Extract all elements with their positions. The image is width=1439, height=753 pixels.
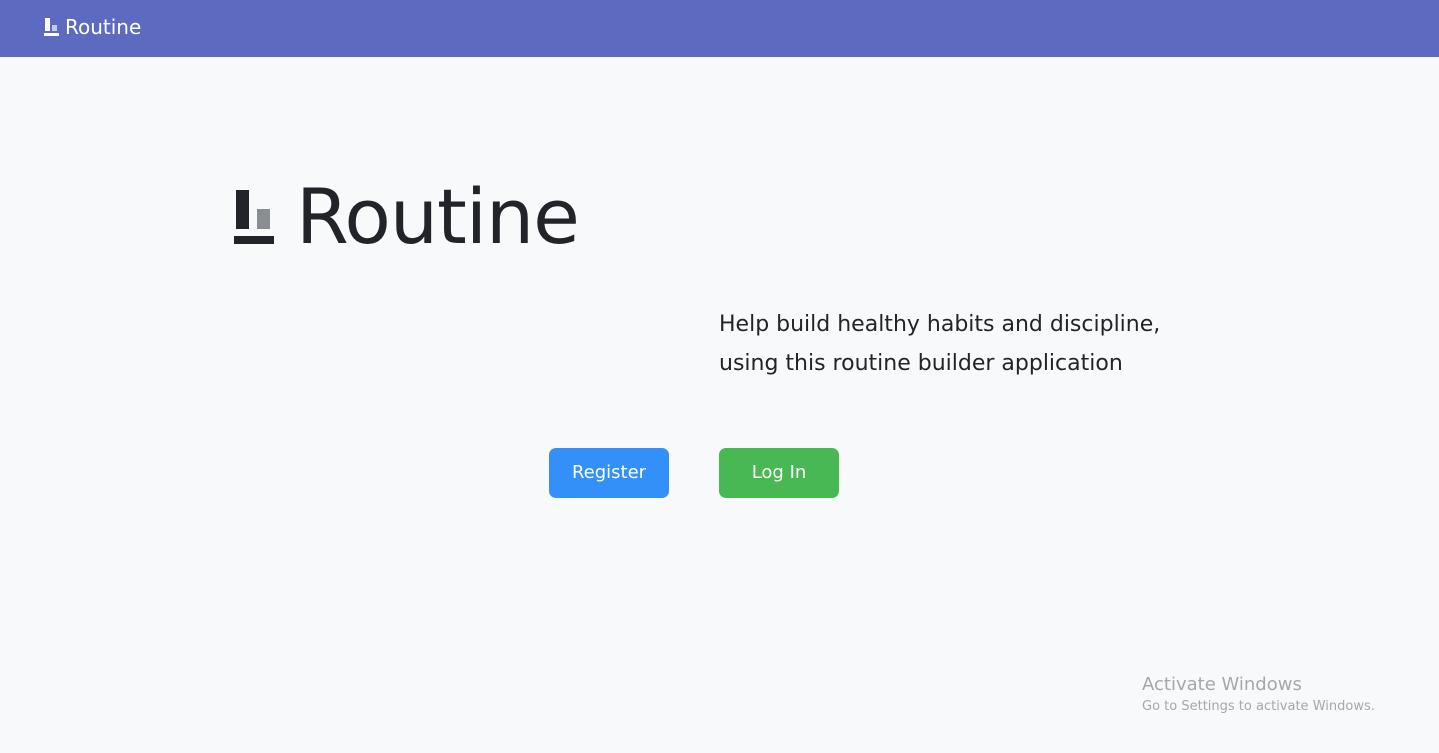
tagline-line-1: Help build healthy habits and discipline… [719, 312, 1161, 337]
login-button[interactable]: Log In [719, 448, 839, 498]
routine-logo-icon [234, 190, 274, 244]
activate-windows-watermark: Activate Windows Go to Settings to activ… [1142, 673, 1375, 717]
watermark-subtitle: Go to Settings to activate Windows. [1142, 699, 1375, 714]
register-button[interactable]: Register [549, 448, 669, 498]
routine-logo-icon [44, 18, 59, 36]
tagline: Help build healthy habits and discipline… [719, 305, 1239, 383]
hero-brand: Routine [234, 172, 580, 262]
navbar-brand-text: Routine [65, 15, 142, 39]
hero-title: Routine [296, 172, 580, 261]
watermark-title: Activate Windows [1142, 674, 1302, 695]
navbar-brand-link[interactable]: Routine [44, 14, 141, 40]
tagline-line-2: using this routine builder application [719, 351, 1123, 376]
top-navbar: Routine [0, 0, 1439, 57]
